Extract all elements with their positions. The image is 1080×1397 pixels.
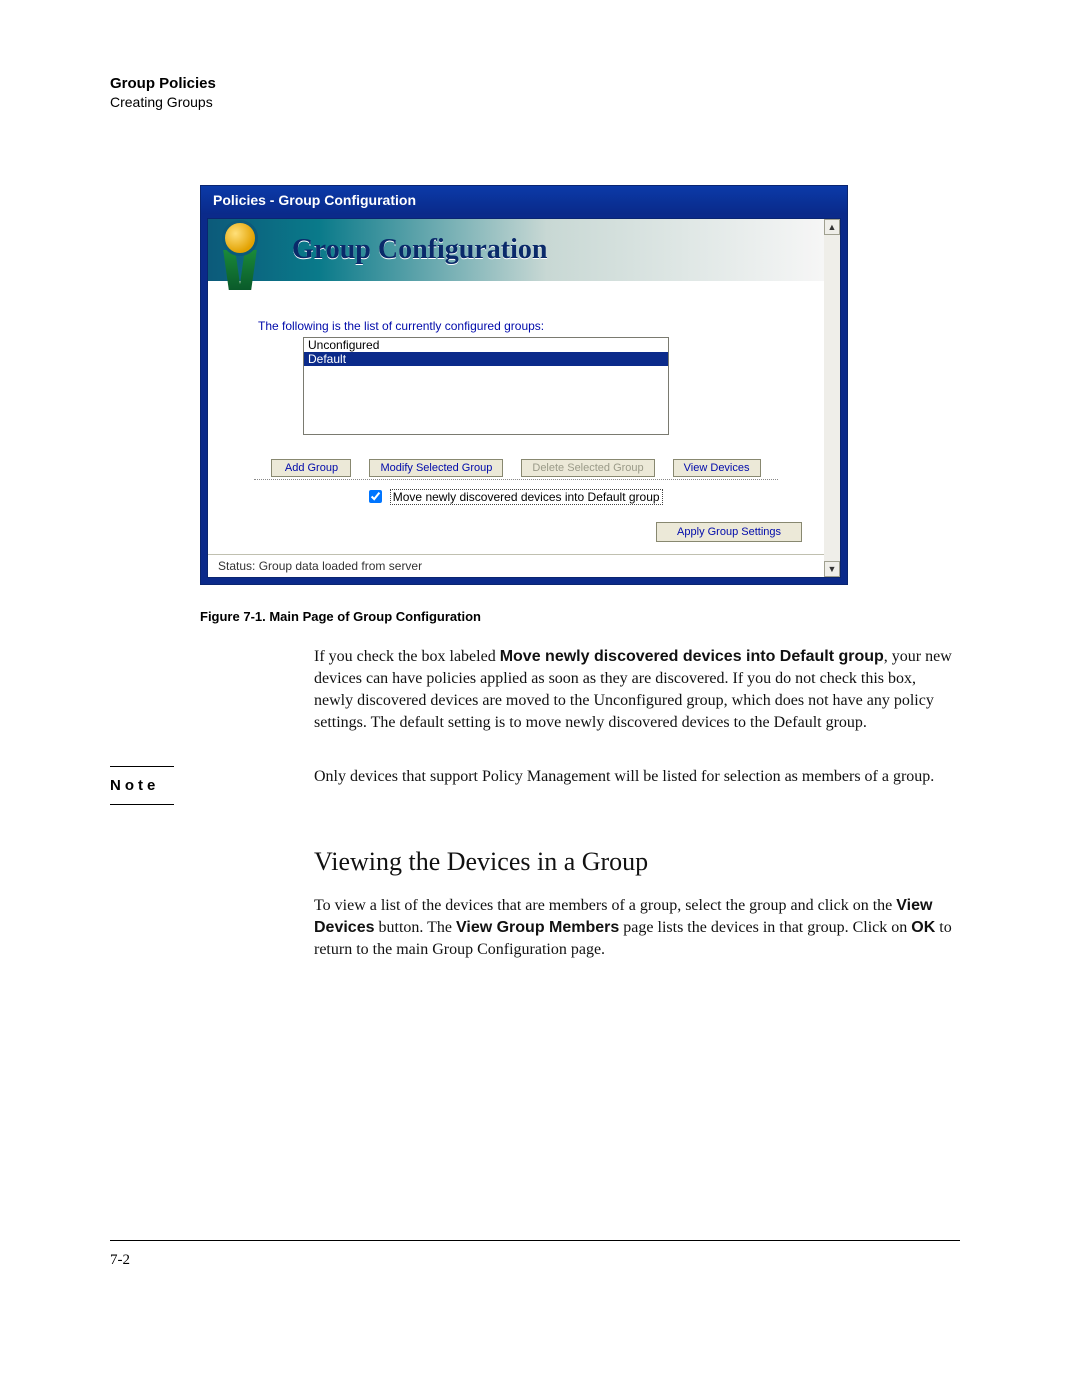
delete-group-button: Delete Selected Group — [521, 459, 654, 477]
modify-group-button[interactable]: Modify Selected Group — [369, 459, 503, 477]
bold-text: OK — [911, 919, 935, 936]
bold-text: View Group Members — [456, 919, 619, 936]
footer-rule — [110, 1240, 960, 1241]
button-row-divider — [254, 479, 778, 480]
group-listbox[interactable]: Unconfigured Default — [303, 337, 669, 435]
banner: Group Configuration — [208, 219, 824, 281]
screenshot-figure: Policies - Group Configuration ▲ ▼ Group… — [200, 185, 848, 585]
window-titlebar: Policies - Group Configuration — [201, 186, 847, 214]
vertical-scrollbar[interactable]: ▲ ▼ — [824, 219, 840, 577]
list-item[interactable]: Unconfigured — [304, 338, 668, 352]
page-header-title: Group Policies — [110, 75, 960, 92]
add-group-button[interactable]: Add Group — [271, 459, 351, 477]
page-number: 7-2 — [110, 1252, 130, 1269]
page-header-subtitle: Creating Groups — [110, 94, 960, 110]
intro-text: The following is the list of currently c… — [258, 319, 824, 333]
default-group-checkbox-label[interactable]: Move newly discovered devices into Defau… — [390, 489, 663, 505]
default-group-checkbox[interactable] — [369, 490, 382, 503]
section-heading: Viewing the Devices in a Group — [314, 847, 960, 877]
scroll-down-button[interactable]: ▼ — [824, 561, 840, 577]
note-label: Note — [110, 766, 174, 805]
list-item[interactable]: Default — [304, 352, 668, 366]
view-devices-button[interactable]: View Devices — [673, 459, 761, 477]
status-bar: Status: Group data loaded from server — [208, 554, 824, 577]
figure-caption: Figure 7-1. Main Page of Group Configura… — [200, 609, 960, 624]
apply-settings-button[interactable]: Apply Group Settings — [656, 522, 802, 542]
body-paragraph: To view a list of the devices that are m… — [314, 895, 952, 961]
note-text: Only devices that support Policy Managem… — [314, 766, 960, 805]
scroll-up-button[interactable]: ▲ — [824, 219, 840, 235]
banner-title: Group Configuration — [292, 234, 547, 266]
ribbon-icon — [216, 218, 266, 288]
app-window: Policies - Group Configuration ▲ ▼ Group… — [200, 185, 848, 585]
body-paragraph: If you check the box labeled Move newly … — [314, 646, 952, 734]
bold-text: Move newly discovered devices into Defau… — [500, 648, 884, 665]
